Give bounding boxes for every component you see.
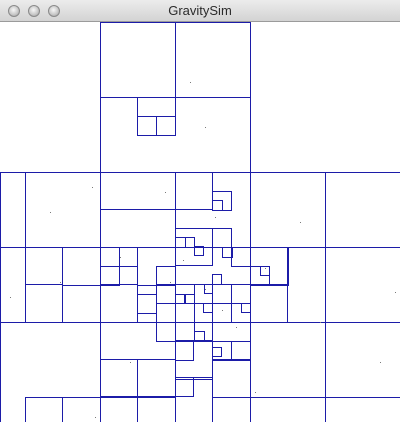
quadtree-cell — [241, 303, 251, 313]
particle — [255, 392, 256, 393]
quadtree-cell — [260, 266, 270, 276]
quadtree-cell — [212, 303, 232, 323]
window-title: GravitySim — [168, 3, 232, 18]
quadtree-cell — [100, 397, 138, 422]
quadtree-cell — [212, 284, 232, 304]
quadtree-cell — [175, 377, 194, 397]
quadtree-cell — [156, 322, 176, 342]
particle — [205, 289, 206, 290]
quadtree-cell — [100, 172, 176, 210]
quadtree-cell — [212, 347, 222, 357]
quadtree-cell — [250, 397, 326, 422]
quadtree-cell — [212, 274, 222, 285]
particle — [395, 292, 396, 293]
quadtree-cell — [62, 397, 101, 422]
particle — [183, 260, 184, 261]
quadtree-cell — [325, 397, 400, 422]
quadtree-cell — [156, 116, 176, 136]
particle — [170, 282, 171, 283]
quadtree-cell — [175, 22, 251, 98]
quadtree-cell — [231, 284, 251, 304]
quadtree-cell — [25, 247, 63, 285]
quadtree-cell — [325, 247, 400, 323]
quadtree-cell — [185, 294, 195, 304]
quadtree-cell — [156, 303, 176, 323]
quadtree-cell — [100, 284, 138, 323]
particle — [265, 268, 266, 269]
particle — [60, 282, 61, 283]
quadtree-cell — [137, 397, 176, 422]
quadtree-cell — [137, 359, 176, 397]
quadtree-cell — [325, 172, 400, 248]
quadtree-cell — [137, 294, 157, 314]
quadtree-cell — [119, 247, 138, 267]
simulation-canvas[interactable] — [0, 22, 400, 422]
quadtree-cell — [231, 247, 251, 267]
quadtree-cell — [325, 322, 400, 422]
quadtree-cell — [175, 294, 185, 304]
quadtree-cell — [212, 359, 251, 422]
particle — [165, 192, 166, 193]
quadtree-cell — [212, 228, 232, 248]
quadtree-cell — [137, 116, 157, 136]
quadtree-cell — [231, 341, 251, 361]
quadtree-cell — [62, 247, 101, 286]
quadtree-cell — [203, 303, 213, 313]
quadtree-cell — [0, 322, 101, 422]
quadtree-cell — [250, 172, 326, 248]
quadtree-cell — [212, 200, 223, 211]
quadtree-cell — [25, 284, 63, 323]
particle — [320, 322, 321, 323]
quadtree-cell — [175, 322, 195, 341]
quadtree-cell — [250, 284, 288, 323]
quadtree-grid — [0, 22, 400, 422]
particle — [215, 217, 216, 218]
quadtree-cell — [175, 303, 195, 323]
app-window: GravitySim — [0, 0, 400, 422]
quadtree-view — [0, 22, 400, 422]
quadtree-cell — [212, 397, 251, 422]
quadtree-cell — [100, 266, 120, 286]
particle — [50, 212, 51, 213]
particle — [92, 187, 93, 188]
particle — [190, 82, 191, 83]
quadtree-cell — [175, 172, 213, 210]
quadtree-cell — [156, 284, 176, 304]
quadtree-cell — [156, 266, 176, 286]
quadtree-cell — [185, 237, 195, 248]
particle — [300, 222, 301, 223]
quadtree-cell — [287, 247, 326, 323]
particle — [236, 327, 237, 328]
particle — [380, 362, 381, 363]
particle — [130, 362, 131, 363]
particle — [205, 127, 206, 128]
particle — [222, 310, 223, 311]
particle — [10, 297, 11, 298]
quadtree-cell — [194, 331, 205, 341]
particle — [95, 417, 96, 418]
title-bar[interactable]: GravitySim — [0, 0, 400, 22]
quadtree-cell — [250, 322, 326, 422]
quadtree-cell — [25, 397, 63, 422]
quadtree-cell — [100, 22, 176, 98]
particle — [120, 257, 121, 258]
quadtree-cell — [0, 172, 101, 248]
quadtree-cell — [175, 237, 186, 248]
quadtree-cell — [100, 359, 138, 397]
quadtree-cell — [175, 341, 194, 361]
quadtree-cell — [25, 172, 101, 248]
